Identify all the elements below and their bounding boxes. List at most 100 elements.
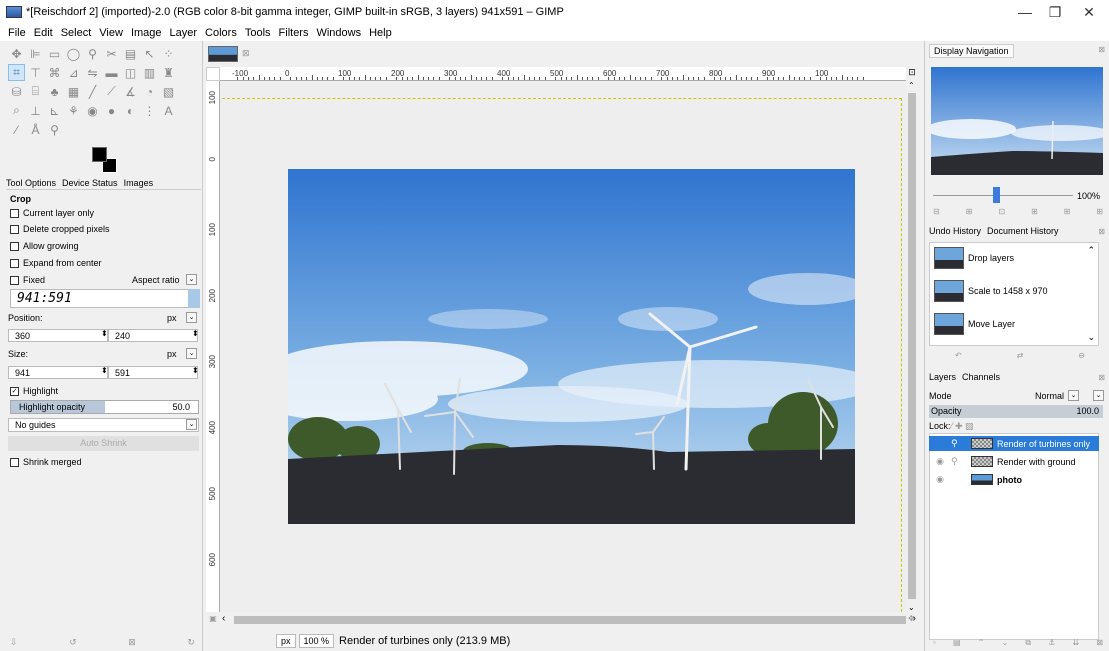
gradient-icon[interactable]: ◫ bbox=[122, 64, 139, 81]
spinner-icon[interactable]: ⬍ bbox=[101, 366, 108, 375]
chain-icon[interactable]: ⚲ bbox=[951, 438, 971, 449]
size-unit-select[interactable]: px bbox=[167, 349, 177, 359]
align-tool-icon[interactable]: ⊫ bbox=[27, 45, 44, 62]
layer-row[interactable]: ◉ photo bbox=[929, 472, 1093, 487]
spinner-icon[interactable]: ⬍ bbox=[101, 329, 108, 338]
layer-row[interactable]: ◉ ⚲ Render with ground bbox=[929, 454, 1093, 469]
aspect-ratio-input[interactable]: 941:591 bbox=[10, 289, 190, 308]
cage-transform-icon[interactable]: ⊿ bbox=[65, 64, 82, 81]
menu-layer[interactable]: Layer bbox=[170, 27, 198, 39]
chevron-down-icon[interactable]: ⌄ bbox=[186, 348, 197, 359]
checkbox[interactable] bbox=[10, 258, 19, 268]
move-tool-icon[interactable]: ✥ bbox=[8, 45, 25, 62]
handle-transform-icon[interactable]: ⚘ bbox=[65, 102, 82, 119]
panel-menu-icon[interactable]: ⊠ bbox=[1098, 373, 1105, 382]
auto-shrink-button[interactable]: Auto Shrink bbox=[8, 436, 199, 451]
checkbox[interactable] bbox=[10, 275, 19, 285]
highlight-option[interactable]: ✓ Highlight bbox=[10, 386, 58, 396]
current-layer-only-option[interactable]: Current layer only bbox=[10, 208, 94, 218]
undo-history-list[interactable]: Drop layers Scale to 1458 x 970 Move Lay… bbox=[929, 242, 1099, 346]
navigation-zoom-slider[interactable] bbox=[933, 195, 1073, 196]
path-icon[interactable]: ⋮ bbox=[141, 102, 158, 119]
new-group-icon[interactable]: ▤ bbox=[953, 638, 961, 648]
perspective-clone-icon[interactable]: ⊥ bbox=[27, 102, 44, 119]
highlight-opacity-slider[interactable]: Highlight opacity 50.0 bbox=[10, 400, 199, 414]
paint-select-icon[interactable]: Å bbox=[27, 121, 44, 138]
checkbox[interactable] bbox=[10, 457, 19, 467]
ellipse-select-icon[interactable]: ◯ bbox=[65, 45, 82, 62]
landscape-portrait-toggle[interactable] bbox=[188, 289, 200, 308]
picker-icon[interactable]: ◐ bbox=[122, 102, 139, 119]
zoom-select[interactable]: 100 % bbox=[298, 633, 335, 648]
foreground-select-icon[interactable]: ▤ bbox=[122, 45, 139, 62]
blur-icon[interactable]: ▦ bbox=[65, 83, 82, 100]
anchor-layer-icon[interactable]: ⚓ bbox=[1048, 638, 1055, 648]
ink-icon[interactable]: ◔ bbox=[141, 83, 158, 100]
horizontal-scrollbar[interactable]: ‹ › bbox=[220, 613, 918, 626]
clear-history-icon[interactable]: ⊖ bbox=[1078, 351, 1085, 360]
menu-image[interactable]: Image bbox=[131, 27, 162, 39]
shrink-wrap-icon[interactable]: ⊞ bbox=[1096, 207, 1103, 216]
paintbrush-icon[interactable]: ⟋ bbox=[103, 83, 120, 100]
menu-file[interactable]: File bbox=[8, 27, 26, 39]
tab-document-history[interactable]: Document History bbox=[987, 226, 1059, 236]
eraser-icon[interactable]: ◉ bbox=[84, 102, 101, 119]
layer-name[interactable]: Render of turbines only bbox=[997, 439, 1090, 449]
zoom-fit-image-icon[interactable]: ⊞ bbox=[1031, 207, 1038, 216]
lower-layer-icon[interactable]: ⌄ bbox=[1001, 638, 1008, 648]
unit-select[interactable]: px bbox=[276, 633, 296, 648]
spinner-icon[interactable]: ⬍ bbox=[192, 366, 199, 375]
zoom-out-icon[interactable]: ⊟ bbox=[933, 207, 940, 216]
fg-bg-color-swatch[interactable] bbox=[92, 147, 118, 173]
tab-tool-options[interactable]: Tool Options bbox=[6, 178, 56, 188]
warp-transform-icon[interactable]: ⌘ bbox=[46, 64, 63, 81]
tab-images[interactable]: Images bbox=[124, 178, 154, 188]
chain-icon[interactable]: ⚲ bbox=[951, 456, 971, 467]
position-y-input[interactable]: 240 bbox=[108, 329, 198, 342]
menu-tools[interactable]: Tools bbox=[245, 27, 271, 39]
minimize-button[interactable]: — bbox=[1015, 4, 1035, 20]
chevron-down-icon[interactable]: ⌄ bbox=[1093, 390, 1104, 401]
merge-layer-icon[interactable]: ⇊ bbox=[1072, 638, 1079, 648]
delete-layer-icon[interactable]: ⊠ bbox=[1096, 638, 1103, 648]
menu-windows[interactable]: Windows bbox=[316, 27, 361, 39]
mypaint-brush-icon[interactable]: ▧ bbox=[160, 83, 177, 100]
quick-mask-icon[interactable]: ▣ bbox=[206, 614, 220, 626]
checkbox[interactable] bbox=[10, 208, 19, 218]
eye-icon[interactable]: ◉ bbox=[929, 474, 951, 485]
restore-options-icon[interactable]: ↺ bbox=[69, 637, 77, 648]
scroll-thumb[interactable] bbox=[234, 616, 906, 624]
size-h-input[interactable]: 591 bbox=[108, 366, 198, 379]
bucket-fill-icon[interactable]: ▥ bbox=[141, 64, 158, 81]
allow-growing-option[interactable]: Allow growing bbox=[10, 241, 79, 251]
scroll-down-icon[interactable]: ⌄ bbox=[1087, 332, 1095, 343]
chevron-down-icon[interactable]: ⌄ bbox=[186, 419, 197, 430]
guides-select[interactable]: No guides bbox=[8, 418, 199, 432]
flip-tool-icon[interactable]: ⇋ bbox=[84, 64, 101, 81]
eye-icon[interactable]: ◉ bbox=[929, 456, 951, 467]
foreground-color[interactable] bbox=[92, 147, 107, 162]
raise-layer-icon[interactable]: ⌃ bbox=[978, 638, 985, 648]
menu-colors[interactable]: Colors bbox=[205, 27, 237, 39]
position-unit-select[interactable]: px bbox=[167, 313, 177, 323]
close-icon[interactable]: ⊠ bbox=[242, 48, 250, 59]
zoom-fit-icon[interactable]: ⊡ bbox=[906, 67, 918, 81]
zoom-tool-icon[interactable]: ⚲ bbox=[46, 121, 63, 138]
opacity-slider[interactable]: Opacity 100.0 bbox=[929, 405, 1103, 418]
shrink-merged-option[interactable]: Shrink merged bbox=[10, 457, 82, 467]
tab-channels[interactable]: Channels bbox=[962, 372, 1000, 382]
scroll-thumb[interactable] bbox=[908, 93, 916, 599]
free-select-icon[interactable]: ⁄ bbox=[8, 121, 25, 138]
vertical-scrollbar[interactable]: ⌃ ⌄ bbox=[906, 81, 918, 612]
navigate-icon[interactable]: ✥ bbox=[908, 614, 920, 626]
dodge-burn-icon[interactable]: ⌕ bbox=[8, 102, 25, 119]
checkbox[interactable] bbox=[10, 224, 19, 234]
lock-pixels-icon[interactable]: ⁄ ✚ ▨ bbox=[951, 421, 974, 432]
restore-button[interactable]: ❐ bbox=[1045, 4, 1065, 21]
paths-tool-icon[interactable]: ↖ bbox=[141, 45, 158, 62]
layer-row[interactable]: ⚲ Render of turbines only bbox=[929, 436, 1099, 451]
text-tool-icon[interactable]: A bbox=[160, 102, 177, 119]
scroll-left-icon[interactable]: ‹ bbox=[222, 613, 225, 624]
aspect-ratio-select[interactable]: Aspect ratio bbox=[132, 275, 180, 285]
duplicate-layer-icon[interactable]: ⧉ bbox=[1025, 638, 1031, 648]
